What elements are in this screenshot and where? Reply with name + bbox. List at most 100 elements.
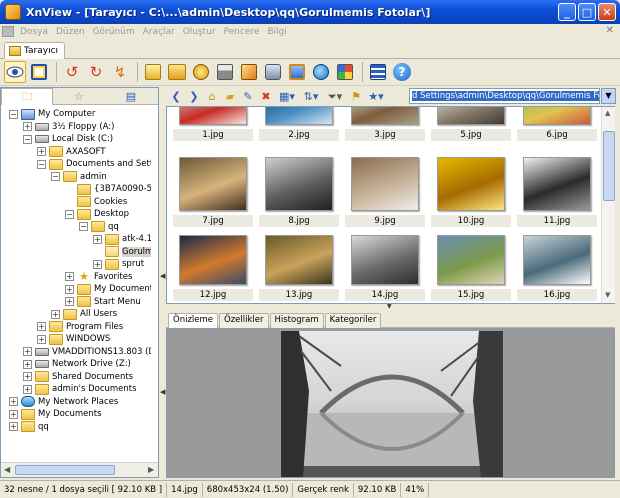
tab-folders[interactable]: 🗀 xyxy=(1,88,53,105)
expand-icon[interactable]: + xyxy=(37,334,46,344)
expand-icon[interactable]: + xyxy=(23,122,32,131)
filter-icon[interactable]: ⏷▾ xyxy=(324,89,346,105)
tree-node[interactable]: + VMADDITIONS13.803 (D:) xyxy=(23,346,151,358)
menu-gorunum[interactable]: Görünüm xyxy=(89,27,139,37)
address-dropdown-icon[interactable]: ▼ xyxy=(601,88,616,104)
collapse-icon[interactable]: − xyxy=(65,209,74,219)
scroll-thumb[interactable] xyxy=(15,465,115,475)
tree-node[interactable]: − Local Disk (C:) xyxy=(23,133,113,145)
favorite-star-icon[interactable]: ★▾ xyxy=(366,89,386,105)
slideshow-icon[interactable] xyxy=(286,61,308,83)
capture-icon[interactable] xyxy=(262,61,284,83)
address-field[interactable]: d Settings\admin\Desktop\qq\Gorulmemis F… xyxy=(409,88,600,104)
tree-node[interactable]: + AXASOFT xyxy=(37,146,105,158)
tree-node[interactable]: + My Network Places xyxy=(9,396,118,408)
maximize-button[interactable]: □ xyxy=(578,3,596,21)
collapse-icon[interactable]: − xyxy=(9,109,18,119)
collapse-icon[interactable]: − xyxy=(51,172,60,181)
collapse-left-arrow-icon[interactable]: ◀ xyxy=(160,388,165,396)
bookmark-icon[interactable]: ⚑ xyxy=(348,89,364,105)
thumbnail-vertical-scrollbar[interactable]: ▲ ▼ xyxy=(601,107,615,303)
expand-icon[interactable]: + xyxy=(23,372,32,381)
tree-node[interactable]: + Start Menu xyxy=(65,296,141,308)
thumbnail-grid[interactable]: 1.jpg 2.jpg 3.jpg 5.jpg 6.jpg 7.jpg 8.jpg 9.jpg… xyxy=(166,106,615,304)
tree-node[interactable]: + All Users xyxy=(51,308,117,320)
scroll-thumb[interactable] xyxy=(603,131,615,201)
view-mode-icon[interactable]: ▦▾ xyxy=(276,89,298,105)
scroll-up-arrow-icon[interactable]: ▲ xyxy=(605,109,610,117)
collapse-left-arrow-icon[interactable]: ◀ xyxy=(160,272,165,280)
tree-node[interactable]: − Desktop xyxy=(65,208,129,220)
tab-browser[interactable]: Tarayıcı xyxy=(4,42,66,59)
tree-node[interactable]: + sprut xyxy=(93,258,144,270)
tree-node[interactable]: + admin's Documents xyxy=(23,383,137,395)
tree-node[interactable]: + atk-4.1 xyxy=(93,233,151,245)
expand-icon[interactable]: + xyxy=(37,322,46,331)
properties-icon[interactable] xyxy=(190,61,212,83)
tree-node[interactable]: + Program Files xyxy=(37,321,123,333)
expand-icon[interactable]: + xyxy=(9,397,18,406)
tab-favorites[interactable]: ☆ xyxy=(53,88,105,105)
help-icon[interactable]: ? xyxy=(391,61,413,83)
close-button[interactable]: ✕ xyxy=(598,3,616,21)
edit-icon[interactable]: ✎ xyxy=(240,89,256,105)
rotate-right-icon[interactable]: ↻ xyxy=(85,61,107,83)
expand-icon[interactable]: + xyxy=(9,409,18,419)
expand-icon[interactable]: + xyxy=(93,259,102,269)
globe-icon[interactable] xyxy=(310,61,332,83)
tab-categories[interactable]: ▤ xyxy=(105,88,157,105)
tree-node[interactable]: Gorulme xyxy=(93,246,151,258)
expand-icon[interactable]: + xyxy=(23,384,32,394)
tab-properties[interactable]: Özellikler xyxy=(219,313,269,328)
back-icon[interactable]: ❮ xyxy=(168,89,184,105)
tab-histogram[interactable]: Histogram xyxy=(269,313,324,328)
tree-node[interactable]: + My Documents xyxy=(9,408,102,420)
splitter-arrow-icon[interactable]: ▼ xyxy=(387,303,392,310)
tree-node[interactable]: + Network Drive (Z:) xyxy=(23,358,131,370)
folder-tree[interactable]: − My Computer +3½ Floppy (A:) − Local Disk (… xyxy=(1,106,151,462)
tree-horizontal-scrollbar[interactable]: ◀ ▶ xyxy=(1,462,158,477)
browser-view-icon[interactable] xyxy=(4,61,26,83)
menu-dosya[interactable]: Dosya xyxy=(16,27,52,37)
document-close-icon[interactable]: ✕ xyxy=(606,25,614,36)
collapse-icon[interactable]: − xyxy=(23,134,32,144)
new-folder-icon[interactable]: ▰ xyxy=(222,89,238,105)
expand-icon[interactable]: + xyxy=(23,359,32,369)
forward-icon[interactable]: ❯ xyxy=(186,89,202,105)
open-folder-icon[interactable] xyxy=(142,61,164,83)
menu-olustur[interactable]: Oluştur xyxy=(179,27,220,37)
scroll-left-arrow-icon[interactable]: ◀ xyxy=(4,465,10,474)
left-panel-splitter[interactable] xyxy=(159,87,165,478)
tree-node[interactable]: {3B7A0090-5AE xyxy=(65,183,151,195)
tree-node[interactable]: +3½ Floppy (A:) xyxy=(23,121,114,133)
tree-node[interactable]: + ★ Favorites xyxy=(65,270,132,283)
menu-duzen[interactable]: Düzen xyxy=(52,27,89,37)
sort-icon[interactable]: ⇅▾ xyxy=(300,89,322,105)
tree-node[interactable]: − Documents and Settings xyxy=(37,158,151,170)
fullscreen-icon[interactable] xyxy=(28,61,50,83)
expand-icon[interactable]: + xyxy=(37,147,46,156)
expand-icon[interactable]: + xyxy=(9,422,18,431)
tree-node[interactable]: − admin xyxy=(51,171,107,183)
minimize-button[interactable]: _ xyxy=(558,3,576,21)
tab-preview[interactable]: Önizleme xyxy=(168,313,219,328)
mosaic-icon[interactable] xyxy=(334,61,356,83)
xnview-app-icon[interactable] xyxy=(5,4,21,20)
expand-icon[interactable]: + xyxy=(23,347,32,356)
tree-node[interactable]: + qq xyxy=(9,421,49,433)
menu-pencere[interactable]: Pencere xyxy=(220,27,264,37)
tree-node[interactable]: − qq xyxy=(79,221,119,233)
expand-icon[interactable]: + xyxy=(65,297,74,306)
collapse-icon[interactable]: − xyxy=(37,159,46,169)
convert-icon[interactable] xyxy=(238,61,260,83)
tree-node[interactable]: + Shared Documents xyxy=(23,371,133,383)
tab-categories[interactable]: Kategoriler xyxy=(324,313,382,328)
up-folder-icon[interactable]: ⌂ xyxy=(204,89,220,105)
settings-icon[interactable] xyxy=(367,61,389,83)
collapse-icon[interactable]: − xyxy=(79,222,88,231)
scroll-down-arrow-icon[interactable]: ▼ xyxy=(605,291,610,299)
menu-bilgi[interactable]: Bilgi xyxy=(263,27,290,37)
print-icon[interactable] xyxy=(214,61,236,83)
tree-node[interactable]: + My Documents xyxy=(65,283,151,295)
expand-icon[interactable]: + xyxy=(65,272,74,281)
